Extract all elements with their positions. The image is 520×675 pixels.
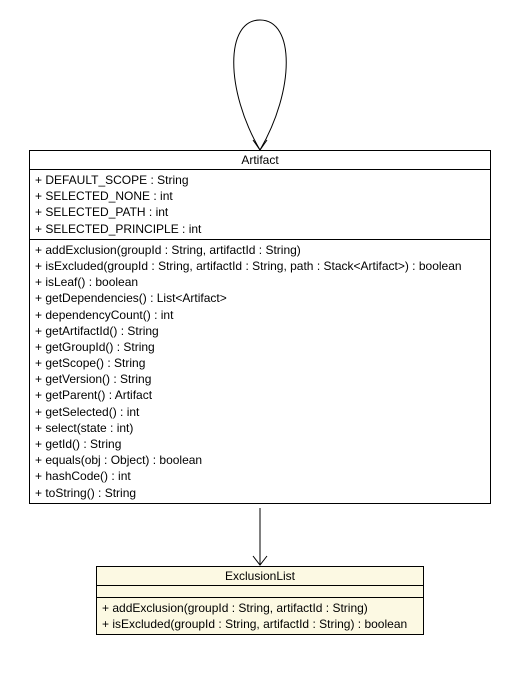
attributes-compartment: + DEFAULT_SCOPE : String + SELECTED_NONE… <box>30 170 490 240</box>
method-row: + getId() : String <box>35 436 485 452</box>
method-row: + select(state : int) <box>35 420 485 436</box>
method-row: + dependencyCount() : int <box>35 307 485 323</box>
class-artifact: Artifact + DEFAULT_SCOPE : String + SELE… <box>29 150 491 504</box>
attribute-row: + SELECTED_PRINCIPLE : int <box>35 221 485 237</box>
class-name: Artifact <box>30 151 490 170</box>
method-row: + getVersion() : String <box>35 371 485 387</box>
method-row: + isExcluded(groupId : String, artifactI… <box>102 616 418 632</box>
method-row: + equals(obj : Object) : boolean <box>35 452 485 468</box>
method-row: + toString() : String <box>35 485 485 501</box>
attribute-row: + SELECTED_PATH : int <box>35 204 485 220</box>
method-row: + getSelected() : int <box>35 404 485 420</box>
method-row: + getScope() : String <box>35 355 485 371</box>
class-name-text: Artifact <box>241 153 278 167</box>
attribute-row: + SELECTED_NONE : int <box>35 188 485 204</box>
method-row: + getDependencies() : List<Artifact> <box>35 290 485 306</box>
method-row: + addExclusion(groupId : String, artifac… <box>102 600 418 616</box>
method-row: + getArtifactId() : String <box>35 323 485 339</box>
method-row: + isExcluded(groupId : String, artifactI… <box>35 258 485 274</box>
methods-compartment: + addExclusion(groupId : String, artifac… <box>30 240 490 503</box>
method-row: + getParent() : Artifact <box>35 387 485 403</box>
methods-compartment: + addExclusion(groupId : String, artifac… <box>97 598 423 634</box>
method-row: + addExclusion(groupId : String, artifac… <box>35 242 485 258</box>
method-row: + hashCode() : int <box>35 468 485 484</box>
class-name: ExclusionList <box>97 567 423 586</box>
class-name-text: ExclusionList <box>225 569 295 583</box>
attributes-compartment <box>97 586 423 598</box>
attribute-row: + DEFAULT_SCOPE : String <box>35 172 485 188</box>
uml-diagram: Artifact + DEFAULT_SCOPE : String + SELE… <box>0 0 520 675</box>
method-row: + isLeaf() : boolean <box>35 274 485 290</box>
class-exclusionlist: ExclusionList + addExclusion(groupId : S… <box>96 566 424 635</box>
method-row: + getGroupId() : String <box>35 339 485 355</box>
